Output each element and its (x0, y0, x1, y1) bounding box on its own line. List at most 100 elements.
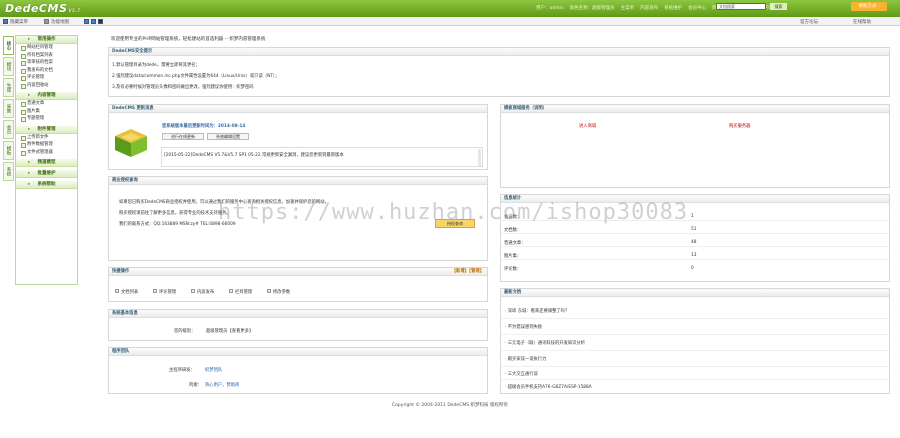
view-icon[interactable] (98, 19, 103, 24)
vertical-tabs: 核心 模块 生成 采集 会员 模板 系统 (3, 36, 15, 183)
update-settings-button[interactable]: 系统编辑设置 (207, 133, 249, 140)
view-icon[interactable] (84, 19, 89, 24)
menu-item[interactable]: 普通文章 (16, 100, 77, 108)
menu-section-help[interactable]: 系统帮助 (16, 181, 77, 189)
service-panel: 模板商城服务（说明） 进入商城 购买服务器 (500, 104, 890, 188)
quick-link[interactable]: 内容发布 (197, 289, 214, 295)
quick-link[interactable]: 栏目管理 (235, 289, 252, 295)
quick-link[interactable]: 评论管理 (159, 289, 176, 295)
menu-item[interactable]: 网站栏目管理 (16, 44, 77, 52)
online-update-button[interactable]: 进行在线更新 (162, 133, 204, 140)
function-map-link[interactable]: 功能地图 (51, 19, 69, 25)
latest-link[interactable]: · 超级会员手机支持A76-G6Z7A/ESP-1588A (505, 384, 592, 390)
service-title: 模板商城服务（说明） (501, 105, 889, 113)
menu-item[interactable]: 评论管理 (16, 74, 77, 82)
sysinfo-label: 您的级别： (174, 329, 196, 334)
dedecms-cube-icon (115, 129, 147, 157)
stats-row: 文档数： 51 (501, 225, 889, 234)
top-link-role: 角色名称：超级管理员 (569, 6, 615, 11)
welcome-text: 欢迎使用专业的PHP网站管理系统，轻松建站的首选利器 -- 织梦内容管理系统 (111, 37, 266, 42)
sysinfo-value[interactable]: 超级管理员【查看更多】 (206, 328, 253, 334)
menu-section-attachment[interactable]: 附件管理 (16, 125, 77, 134)
team-label: 鸣谢： (189, 383, 202, 388)
list-item[interactable]: · 深圳 东城：看来还要调整了吗？ (501, 303, 889, 319)
search-input[interactable]: 文档搜索 (716, 3, 766, 10)
vtab-generate[interactable]: 生成 (3, 78, 14, 97)
hide-menu-icon[interactable] (3, 19, 8, 24)
security-line: 2.强烈建议data/common.inc.php文件属性设置为644（Linu… (112, 74, 280, 79)
stats-label: 评论数： (504, 267, 522, 272)
search-button[interactable]: 搜索 (770, 3, 787, 10)
vtab-module[interactable]: 模块 (3, 57, 14, 76)
hide-menu-link[interactable]: 隐藏菜单 (10, 19, 28, 25)
top-link-publish[interactable]: 内容发布 (640, 5, 658, 11)
list-item[interactable]: · 三大交互通行谈 (501, 367, 889, 380)
update-news: [2015-05-22]DedeCMS V5.7&V5.7 SP1 05-22 … (164, 153, 344, 158)
publish-icon (191, 289, 195, 293)
map-icon[interactable] (44, 19, 49, 24)
skin-button[interactable]: 换肤方式 · (851, 2, 887, 11)
latest-link[interactable]: · 跟买家谈一谈执行力 (505, 356, 546, 362)
scrollbar[interactable] (478, 149, 481, 166)
team-value[interactable]: 织梦团队 (205, 367, 222, 373)
sysinfo-panel: 系统基本信息 您的级别： 超级管理员【查看更多】 (108, 309, 488, 341)
menu-item[interactable]: 上传新文件 (16, 134, 77, 142)
menu-item[interactable]: 我发布的文档 (16, 67, 77, 75)
team-value[interactable]: 热心用户，赞助商 (205, 382, 239, 388)
forum-link[interactable]: 官方论坛 (800, 19, 818, 25)
update-title: DedeCMS 更新消息 (109, 105, 487, 113)
list-item[interactable]: · 不为错误感到失败 (501, 319, 889, 335)
menu-item[interactable]: 内容回收站 (16, 82, 77, 90)
comment-icon (153, 289, 157, 293)
team-title: 程序团队 (109, 348, 487, 356)
menu-section-channel[interactable]: 频道模型 (16, 159, 77, 167)
buy-server-link[interactable]: 购买服务器 (729, 123, 750, 129)
top-link-maintenance[interactable]: 系统维护 (664, 5, 682, 11)
quick-add-manage-link[interactable]: 【新增】【管理】 (452, 268, 484, 276)
menu-section-content[interactable]: 内容管理 (16, 92, 77, 100)
quick-link[interactable]: 修改参数 (273, 289, 290, 295)
top-link-main-menu[interactable]: 主菜单 (621, 5, 635, 11)
security-line: 1.默认管理目录为dede，需要立即将其更名； (112, 63, 200, 68)
latest-link[interactable]: · 三元电子（联）通讯科技的开发知识分析 (505, 340, 585, 346)
sub-bar: 隐藏菜单 功能地图 官方论坛 在线帮助 (0, 17, 900, 26)
stats-value: 1 (691, 214, 694, 219)
list-item[interactable]: · 超级会员手机支持A76-G6Z7A/ESP-1588A (501, 380, 889, 393)
logo: DedeCMSV5.7 (5, 2, 81, 15)
vtab-member[interactable]: 会员 (3, 120, 14, 139)
menu-item[interactable]: 等审核的档案 (16, 59, 77, 67)
menu-item[interactable]: 专题管理 (16, 115, 77, 123)
menu-section-common[interactable]: 常用操作 (16, 36, 77, 44)
top-link-home[interactable]: 会员中心 (688, 5, 706, 11)
latest-link[interactable]: · 不为错误感到失败 (505, 324, 542, 330)
mall-link[interactable]: 进入商城 (579, 123, 596, 129)
stats-value: 0 (691, 266, 694, 271)
list-item[interactable]: · 跟买家谈一谈执行力 (501, 351, 889, 367)
latest-link[interactable]: · 深圳 东城：看来还要调整了吗？ (505, 308, 569, 314)
menu-item[interactable]: 图片集 (16, 108, 77, 116)
top-link-user: 用户：admin (536, 6, 564, 11)
stats-value: 13 (691, 253, 697, 258)
quick-link[interactable]: 文档列表 (121, 289, 138, 295)
vtab-collect[interactable]: 采集 (3, 99, 14, 118)
business-title: 商业授权查询 (109, 177, 487, 185)
help-link[interactable]: 在线帮助 (853, 19, 871, 25)
quick-panel: 快捷操作 【新增】【管理】 文档列表 评论管理 内容发布 栏目管理 修改参数 (108, 267, 488, 302)
view-icon[interactable] (91, 19, 96, 24)
menu-item[interactable]: 所有档案列表 (16, 52, 77, 60)
folder-icon (229, 289, 233, 293)
vtab-template[interactable]: 模板 (3, 141, 14, 160)
stats-row: 普通文章： 48 (501, 238, 889, 247)
vtab-core[interactable]: 核心 (3, 36, 14, 55)
latest-title: 最新文档 (501, 289, 889, 297)
footer: Copyright © 2004-2011 DedeCMS 织梦科技 版权所有 (392, 403, 508, 408)
team-label: 主程序研发： (169, 368, 195, 373)
list-item[interactable]: · 三元电子（联）通讯科技的开发知识分析 (501, 335, 889, 351)
vtab-system[interactable]: 系统 (3, 162, 14, 181)
security-panel: DedeCMS安全提示 1.默认管理目录为dede，需要立即将其更名； 2.强烈… (108, 47, 890, 97)
latest-link[interactable]: · 三大交互通行谈 (505, 371, 538, 377)
menu-section-batch[interactable]: 批量维护 (16, 170, 77, 178)
menu-item[interactable]: 附件数据管理 (16, 141, 77, 149)
stats-row: 图片集： 13 (501, 251, 889, 260)
menu-item[interactable]: 文件式管理器 (16, 149, 77, 157)
